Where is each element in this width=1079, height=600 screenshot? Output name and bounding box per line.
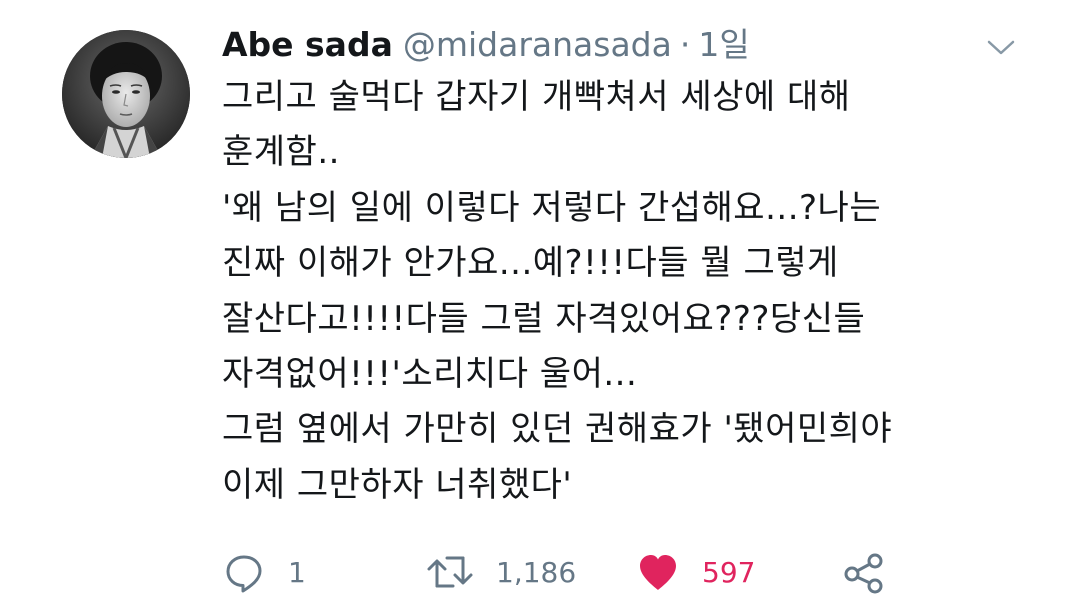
display-name[interactable]: Abe sada [222, 25, 393, 64]
tweet-text-line: 자격없어!!!'소리치다 울어... [222, 354, 638, 395]
retweet-count: 1,186 [496, 555, 577, 589]
tweet-text-line: 그럼 옆에서 가만히 있던 권해효가 '됐어민희야 [222, 409, 893, 450]
tweet-header: Abe sada @midaranasada · 1일 [222, 22, 750, 68]
meta-separator: · [679, 25, 691, 64]
heart-icon [636, 550, 680, 594]
user-handle[interactable]: @midaranasada [403, 25, 672, 64]
tweet-text-line: 이제 그만하자 너취했다' [222, 464, 573, 505]
reply-button[interactable]: 1 [222, 546, 306, 598]
profile-photo [62, 30, 190, 158]
tweet-text-line: 그리고 술먹다 갑자기 개빡쳐서 세상에 대해 [222, 77, 851, 117]
tweet-text-line: 잘산다고!!!!다들 그럴 자격있어요???당신들 [222, 298, 866, 339]
tweet-text-line: '왜 남의 일에 이렇다 저렇다 간섭해요...?나는 [222, 187, 882, 228]
like-count: 597 [702, 555, 756, 589]
chevron-down-icon[interactable] [986, 38, 1016, 58]
retweet-icon [426, 550, 474, 594]
tweet-timestamp[interactable]: 1일 [698, 25, 749, 64]
avatar[interactable] [62, 30, 190, 158]
tweet-actions: 1 1,186 597 [222, 546, 922, 598]
share-icon [842, 550, 886, 594]
reply-icon [222, 550, 266, 594]
tweet-text-line: 훈계함.. [222, 132, 340, 173]
retweet-button[interactable]: 1,186 [426, 546, 576, 598]
reply-count: 1 [288, 555, 306, 589]
tweet-text: 그리고 술먹다 갑자기 개빡쳐서 세상에 대해 훈계함.. '왜 남의 일에 이… [222, 70, 1042, 513]
share-button[interactable] [842, 546, 886, 598]
like-button[interactable]: 597 [636, 546, 755, 598]
tweet-text-line: 진짜 이해가 안가요...예?!!!다들 뭘 그렇게 [222, 243, 839, 284]
